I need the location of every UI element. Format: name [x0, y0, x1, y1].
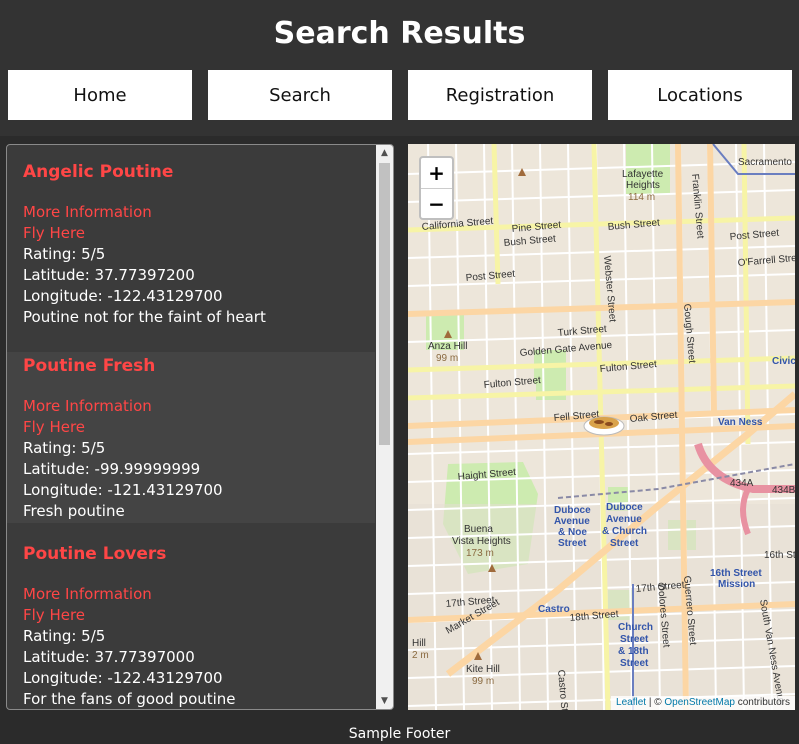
result-description: Fresh poutine — [23, 502, 125, 520]
more-information-link[interactable]: More Information — [23, 396, 375, 417]
scrollbar-thumb[interactable] — [379, 163, 390, 445]
scroll-up-arrow-icon[interactable]: ▲ — [376, 145, 393, 161]
map-attribution: Leaflet | © OpenStreetMap contributors — [611, 696, 795, 710]
map-label-16th-mission-2: Mission — [718, 579, 755, 590]
map-label-church-18th-4: Street — [620, 658, 649, 669]
result-title: Poutine Lovers — [23, 544, 167, 564]
fly-here-link[interactable]: Fly Here — [23, 417, 375, 438]
map-label-buena-2: Vista Heights — [452, 536, 511, 547]
map-label-duboce-noe-4: Street — [558, 538, 587, 549]
result-description: For the fans of good poutine — [23, 690, 236, 708]
map-label-buena-elev: 173 m — [466, 548, 494, 559]
map-label-castro: Castro — [538, 604, 570, 615]
nav-registration-button[interactable]: Registration — [408, 70, 592, 120]
results-scrollbar[interactable]: ▲ ▼ — [376, 145, 393, 709]
map-tiles: Lafayette Heights 114 m Sacramento Calif… — [408, 144, 795, 710]
map-label-church-18th-2: Street — [620, 634, 649, 645]
page-header: Search Results Home Search Registration … — [0, 0, 799, 136]
map-label-duboce-church: Duboce — [606, 502, 643, 513]
map-label-duboce-church-3: & Church — [602, 526, 647, 537]
map-label-duboce-noe-3: & Noe — [558, 527, 587, 538]
poutine-marker-icon[interactable] — [583, 416, 625, 436]
page-title: Search Results — [273, 16, 526, 51]
nav-bar: Home Search Registration Locations — [8, 70, 792, 120]
map-label-lafayette: Lafayette — [622, 169, 664, 180]
result-longitude: Longitude: -121.43129700 — [23, 481, 223, 499]
map-label-church-18th-3: & 18th — [618, 646, 649, 657]
result-item: Angelic Poutine More Information Fly Her… — [7, 145, 375, 352]
leaflet-link[interactable]: Leaflet — [616, 697, 646, 708]
map-label-434b: 434B — [772, 485, 795, 496]
openstreetmap-link[interactable]: OpenStreetMap — [664, 697, 735, 708]
nav-locations-button[interactable]: Locations — [608, 70, 792, 120]
result-title: Poutine Fresh — [23, 356, 156, 376]
fly-here-link[interactable]: Fly Here — [23, 605, 375, 626]
map-label-anza-elev: 99 m — [436, 353, 458, 364]
map-label-church-18th: Church — [618, 622, 653, 633]
map-label-anza: Anza Hill — [428, 341, 467, 352]
map-label-434a: 434A — [730, 478, 754, 489]
map-label-hill-elev: 2 m — [412, 650, 429, 661]
nav-search-button[interactable]: Search — [208, 70, 392, 120]
attribution-suffix: contributors — [734, 697, 790, 708]
map-label-van-ness: Van Ness — [718, 417, 763, 428]
map-label-duboce-noe-2: Avenue — [554, 516, 590, 527]
result-latitude: Latitude: -99.99999999 — [23, 460, 201, 478]
attribution-separator: | © — [646, 697, 665, 708]
map-label-duboce-noe: Duboce — [554, 505, 591, 516]
map-label-sacramento: Sacramento — [738, 157, 792, 168]
result-item: Poutine Fresh More Information Fly Here … — [7, 352, 375, 523]
page-footer: Sample Footer — [348, 726, 451, 742]
map-label-hill: Hill — [412, 638, 426, 649]
map-label-16th: 16th Street — [764, 550, 795, 561]
result-title: Angelic Poutine — [23, 162, 174, 182]
result-rating: Rating: 5/5 — [23, 245, 106, 263]
result-longitude: Longitude: -122.43129700 — [23, 287, 223, 305]
zoom-control: + − — [419, 156, 454, 220]
result-description: Poutine not for the faint of heart — [23, 308, 266, 326]
map-label-buena: Buena — [464, 524, 493, 535]
result-rating: Rating: 5/5 — [23, 627, 106, 645]
map-label-duboce-church-2: Avenue — [606, 514, 642, 525]
result-latitude: Latitude: 37.77397200 — [23, 266, 195, 284]
map-label-kite-elev: 99 m — [472, 676, 494, 687]
more-information-link[interactable]: More Information — [23, 584, 375, 605]
more-information-link[interactable]: More Information — [23, 202, 375, 223]
zoom-in-button[interactable]: + — [421, 158, 452, 189]
map-view[interactable]: Lafayette Heights 114 m Sacramento Calif… — [408, 144, 795, 710]
map-label-duboce-church-4: Street — [610, 538, 639, 549]
map-label-civic: Civic — [772, 356, 795, 367]
results-list[interactable]: Angelic Poutine More Information Fly Her… — [6, 144, 394, 710]
fly-here-link[interactable]: Fly Here — [23, 223, 375, 244]
nav-home-button[interactable]: Home — [8, 70, 192, 120]
map-label-16th-mission: 16th Street — [710, 568, 762, 579]
map-label-lafayette-elev: 114 m — [628, 192, 655, 203]
zoom-out-button[interactable]: − — [421, 189, 452, 219]
result-rating: Rating: 5/5 — [23, 439, 106, 457]
map-label-kite-hill: Kite Hill — [466, 664, 500, 675]
result-latitude: Latitude: 37.77397000 — [23, 648, 195, 666]
map-label-heights: Heights — [626, 180, 660, 191]
result-longitude: Longitude: -122.43129700 — [23, 669, 223, 687]
scroll-down-arrow-icon[interactable]: ▼ — [376, 693, 393, 709]
result-item: Poutine Lovers More Information Fly Here… — [7, 523, 375, 709]
